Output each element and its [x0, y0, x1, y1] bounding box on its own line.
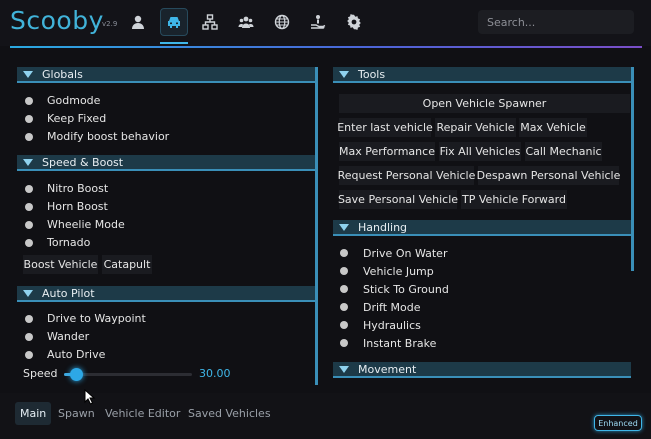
- network-icon[interactable]: [196, 8, 224, 36]
- app-version: v2.9: [102, 20, 118, 28]
- tp-vehicle-forward-button[interactable]: TP Vehicle Forward: [461, 190, 567, 209]
- catapult-button[interactable]: Catapult: [102, 255, 152, 274]
- active-tab-indicator: [160, 42, 188, 44]
- instant-brake-label: Instant Brake: [363, 337, 437, 350]
- nitro-boost-label: Nitro Boost: [47, 182, 109, 195]
- car-icon[interactable]: [160, 8, 188, 36]
- godmode-label: Godmode: [47, 94, 101, 107]
- collapse-arrow-icon: [23, 289, 33, 297]
- request-personal-vehicle-button[interactable]: Request Personal Vehicle: [338, 166, 475, 185]
- nitro-boost-checkbox[interactable]: [25, 185, 33, 193]
- wander-checkbox[interactable]: [25, 333, 33, 341]
- right-scrollbar[interactable]: [631, 67, 634, 271]
- tools-header-label: Tools: [358, 67, 386, 81]
- tools-header[interactable]: Tools: [333, 67, 631, 83]
- drive-to-waypoint-label: Drive to Waypoint: [47, 312, 146, 325]
- user-icon[interactable]: [124, 8, 152, 36]
- stick-to-ground-label: Stick To Ground: [363, 283, 449, 296]
- boost-vehicle-button[interactable]: Boost Vehicle: [23, 255, 98, 274]
- search-input[interactable]: [478, 10, 634, 34]
- despawn-personal-vehicle-button[interactable]: Despawn Personal Vehicle: [477, 166, 620, 185]
- tornado-label: Tornado: [47, 236, 91, 249]
- hydraulics-label: Hydraulics: [363, 319, 421, 332]
- tab-vehicle-editor[interactable]: Vehicle Editor: [100, 402, 185, 425]
- max-performance-button[interactable]: Max Performance: [339, 142, 435, 161]
- vehicle-jump-label: Vehicle Jump: [363, 265, 434, 278]
- header-divider: [10, 46, 642, 48]
- collapse-arrow-icon: [339, 223, 349, 231]
- left-scrollbar[interactable]: [315, 67, 318, 385]
- drive-on-water-checkbox[interactable]: [340, 249, 348, 257]
- godmode-checkbox[interactable]: [25, 97, 33, 105]
- instant-brake-checkbox[interactable]: [340, 339, 348, 347]
- drive-on-water-label: Drive On Water: [363, 247, 448, 260]
- wander-label: Wander: [47, 330, 90, 343]
- collapse-arrow-icon: [23, 158, 33, 166]
- tornado-checkbox[interactable]: [25, 239, 33, 247]
- gear-icon[interactable]: [340, 8, 368, 36]
- speed-value: 30.00: [199, 367, 231, 380]
- tab-main[interactable]: Main: [15, 402, 52, 425]
- globals-header-label: Globals: [42, 67, 83, 81]
- movement-header[interactable]: Movement: [333, 362, 631, 378]
- speed-slider-handle[interactable]: [70, 368, 83, 381]
- open-vehicle-spawner-button[interactable]: Open Vehicle Spawner: [339, 94, 630, 113]
- mouse-cursor-icon: [84, 389, 96, 405]
- auto-pilot-header-label: Auto Pilot: [42, 286, 95, 300]
- auto-drive-label: Auto Drive: [47, 348, 106, 361]
- keep-fixed-label: Keep Fixed: [47, 112, 107, 125]
- drive-to-waypoint-checkbox[interactable]: [25, 315, 33, 323]
- speed-slider-track[interactable]: [64, 373, 192, 376]
- speed-boost-header[interactable]: Speed & Boost: [17, 155, 315, 171]
- tab-spawn[interactable]: Spawn: [53, 402, 100, 425]
- globe-icon[interactable]: [268, 8, 296, 36]
- group-icon[interactable]: [232, 8, 260, 36]
- wheelie-mode-checkbox[interactable]: [25, 221, 33, 229]
- collapse-arrow-icon: [23, 70, 33, 78]
- app-title: Scooby: [10, 6, 104, 35]
- enter-last-vehicle-button[interactable]: Enter last vehicle: [337, 118, 433, 137]
- keep-fixed-checkbox[interactable]: [25, 115, 33, 123]
- wheelie-mode-label: Wheelie Mode: [47, 218, 125, 231]
- modify-boost-label: Modify boost behavior: [47, 130, 170, 143]
- hydraulics-checkbox[interactable]: [340, 321, 348, 329]
- max-vehicle-button[interactable]: Max Vehicle: [519, 118, 587, 137]
- auto-pilot-header[interactable]: Auto Pilot: [17, 286, 315, 302]
- horn-boost-label: Horn Boost: [47, 200, 108, 213]
- save-personal-vehicle-button[interactable]: Save Personal Vehicle: [338, 190, 458, 209]
- handling-header-label: Handling: [358, 220, 408, 234]
- collapse-arrow-icon: [339, 70, 349, 78]
- stick-to-ground-checkbox[interactable]: [340, 285, 348, 293]
- auto-drive-checkbox[interactable]: [25, 351, 33, 359]
- speed-label: Speed: [23, 367, 58, 380]
- handling-header[interactable]: Handling: [333, 220, 631, 236]
- fix-all-vehicles-button[interactable]: Fix All Vehicles: [439, 142, 521, 161]
- hand-icon[interactable]: [304, 8, 332, 36]
- globals-header[interactable]: Globals: [17, 67, 315, 83]
- tab-saved-vehicles[interactable]: Saved Vehicles: [183, 402, 276, 425]
- speed-boost-header-label: Speed & Boost: [42, 155, 124, 169]
- repair-vehicle-button[interactable]: Repair Vehicle: [435, 118, 516, 137]
- movement-header-label: Movement: [358, 362, 417, 376]
- call-mechanic-button[interactable]: Call Mechanic: [525, 142, 602, 161]
- enhanced-badge: Enhanced: [594, 415, 642, 431]
- horn-boost-checkbox[interactable]: [25, 203, 33, 211]
- vehicle-jump-checkbox[interactable]: [340, 267, 348, 275]
- modify-boost-checkbox[interactable]: [25, 133, 33, 141]
- collapse-arrow-icon: [339, 365, 349, 373]
- drift-mode-checkbox[interactable]: [340, 303, 348, 311]
- drift-mode-label: Drift Mode: [363, 301, 421, 314]
